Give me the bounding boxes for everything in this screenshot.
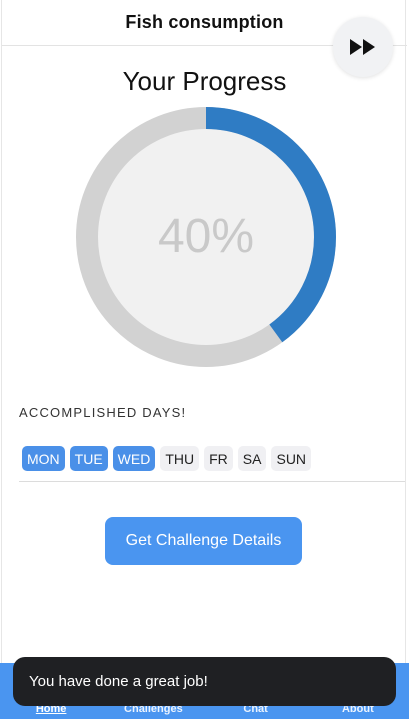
progress-ring: 40% xyxy=(76,107,336,367)
toast: You have done a great job! xyxy=(13,657,396,706)
toast-message: You have done a great job! xyxy=(29,673,208,690)
accomplished-days-label: ACCOMPLISHED DAYS! xyxy=(19,405,187,420)
day-sa[interactable]: SA xyxy=(237,446,267,471)
challenge-details-button[interactable]: Get Challenge Details xyxy=(105,517,302,565)
day-fr[interactable]: FR xyxy=(204,446,233,471)
day-wed[interactable]: WED xyxy=(112,446,156,471)
progress-percent: 40% xyxy=(157,210,255,263)
day-mon[interactable]: MON xyxy=(22,446,65,471)
progress-heading: Your Progress xyxy=(122,66,287,96)
day-thu[interactable]: THU xyxy=(160,446,200,471)
divider xyxy=(19,481,405,482)
day-sun[interactable]: SUN xyxy=(271,446,312,471)
days-row: MON TUE WED THU FR SA SUN xyxy=(22,446,312,471)
fast-forward-icon xyxy=(350,39,375,55)
day-tue[interactable]: TUE xyxy=(69,446,108,471)
